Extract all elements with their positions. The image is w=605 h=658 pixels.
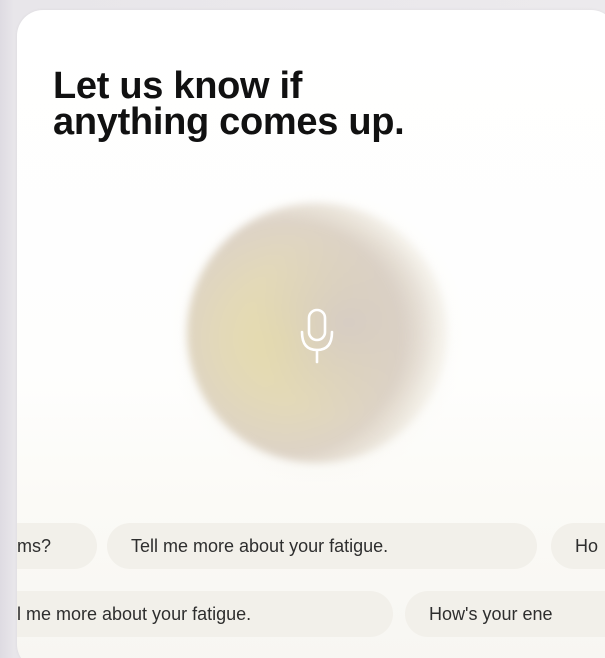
- suggestion-chip[interactable]: Tell me more about your fatigue.: [107, 523, 537, 569]
- app-window: Let us know if anything comes up. ms? Tel…: [0, 0, 605, 658]
- page-title: Let us know if anything comes up.: [53, 67, 533, 143]
- headline-line-2: anything comes up.: [53, 101, 405, 143]
- suggestion-chip[interactable]: l me more about your fatigue.: [17, 591, 393, 637]
- suggestion-chip-label: Ho: [575, 536, 599, 556]
- suggestion-chip-label: How's your ene: [429, 604, 553, 624]
- suggestion-chip[interactable]: Ho: [551, 523, 605, 569]
- voice-assistant-card: Let us know if anything comes up. ms? Tel…: [17, 10, 605, 658]
- suggestion-chip[interactable]: ms?: [17, 523, 97, 569]
- suggestion-chip-label: l me more about your fatigue.: [17, 604, 252, 624]
- suggestion-chip[interactable]: How's your ene: [405, 591, 605, 637]
- suggestion-chip-label: ms?: [17, 536, 52, 556]
- microphone-button[interactable]: [297, 306, 337, 370]
- microphone-icon: [300, 308, 334, 364]
- suggestion-chip-label: Tell me more about your fatigue.: [131, 536, 389, 556]
